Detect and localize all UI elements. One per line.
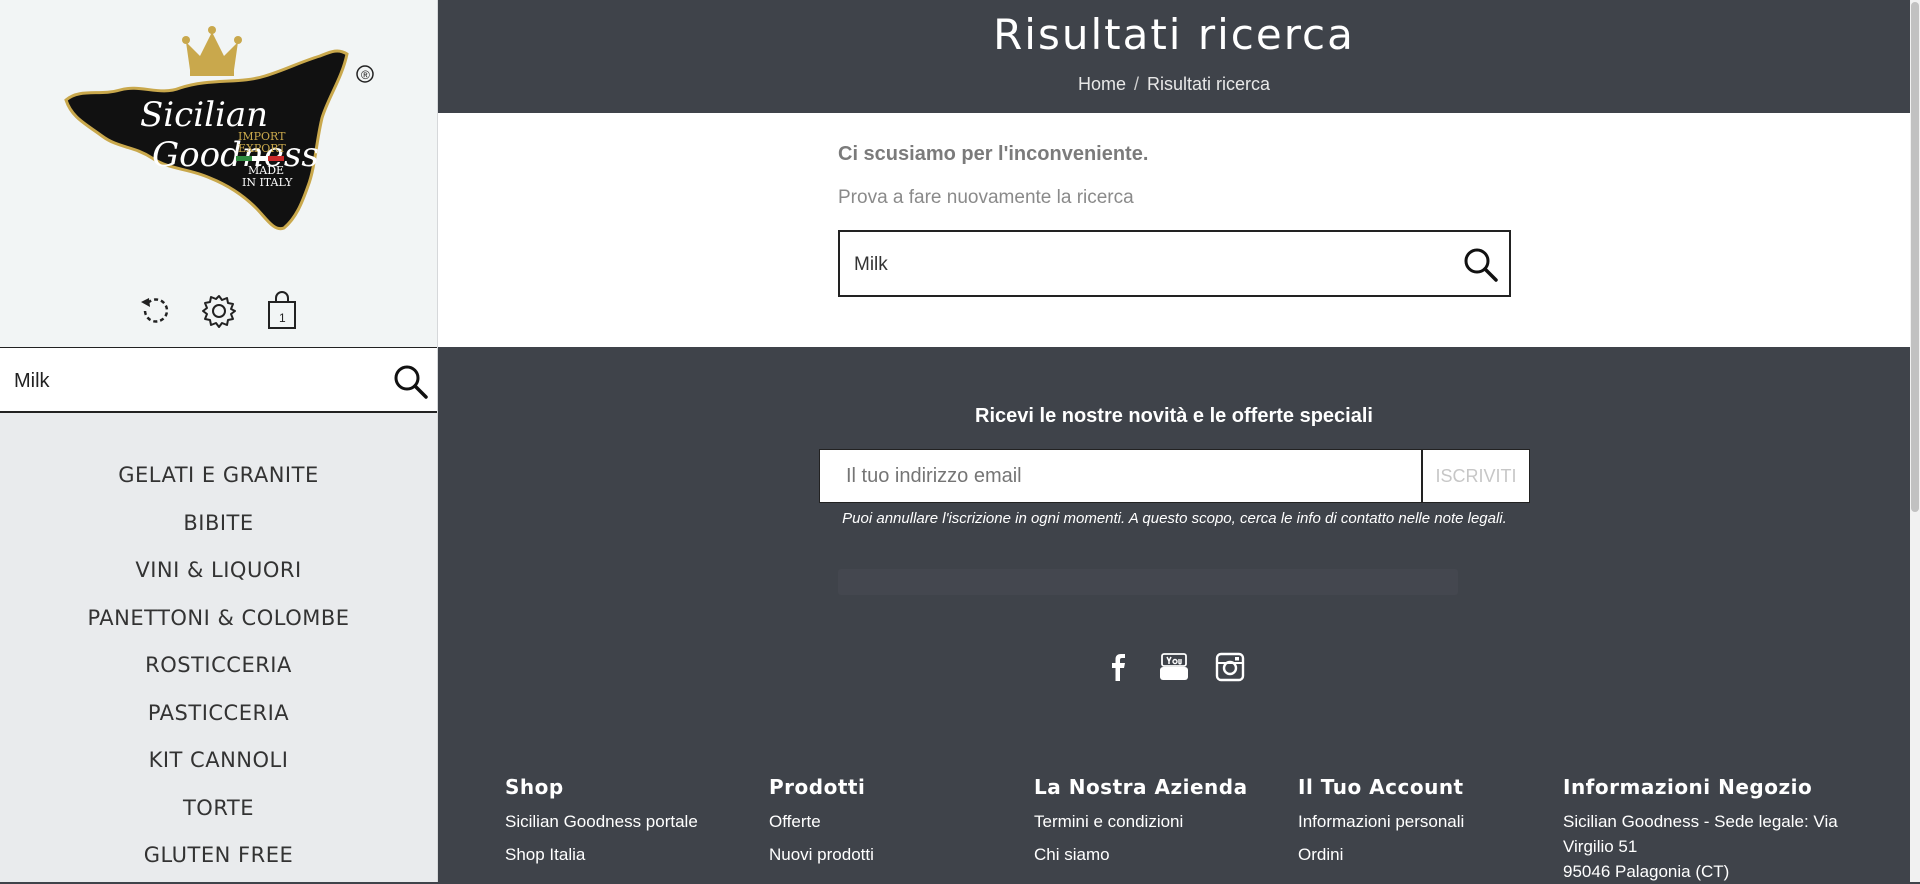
brand-logo[interactable]: ® Sicilian Goodness IMPORT EXPORT MADE I… xyxy=(60,18,380,243)
footer-link[interactable]: Sicilian Goodness portale xyxy=(505,809,765,842)
logo-text-sicilian: Sicilian xyxy=(140,95,268,135)
footer-link[interactable]: Chi siamo xyxy=(1034,842,1294,875)
breadcrumb-home[interactable]: Home xyxy=(1078,74,1126,94)
page-header: Risultati ricerca Home / Risultati ricerca xyxy=(438,0,1910,113)
category-item[interactable]: BIBITE xyxy=(0,503,437,551)
footer-column-shop: Shop Sicilian Goodness portale Shop Ital… xyxy=(505,775,765,875)
sidebar-search-input[interactable] xyxy=(12,358,376,404)
logo-text-goodness: Goodness xyxy=(152,135,319,175)
footer-link[interactable]: Informazioni personali xyxy=(1298,809,1558,842)
category-item[interactable]: TORTE xyxy=(0,788,437,836)
footer-column-title: Informazioni Negozio xyxy=(1563,775,1813,799)
footer-column-company: La Nostra Azienda Termini e condizioni C… xyxy=(1034,775,1294,875)
footer-column-account: Il Tuo Account Informazioni personali Or… xyxy=(1298,775,1558,875)
footer-link[interactable]: Ordini xyxy=(1298,842,1558,875)
category-item[interactable]: VINI & LIQUORI xyxy=(0,550,437,598)
search-icon[interactable] xyxy=(1461,245,1501,285)
category-item[interactable]: GELATI E GRANITE xyxy=(0,455,437,503)
scrollbar-thumb[interactable] xyxy=(1911,2,1919,512)
footer-link[interactable]: Shop Italia xyxy=(505,842,765,875)
instagram-icon[interactable] xyxy=(1214,651,1246,683)
breadcrumb: Home / Risultati ricerca xyxy=(438,74,1910,95)
sidebar-icon-row: 1 xyxy=(0,290,437,332)
newsletter-note: Puoi annullare l'iscrizione in ogni mome… xyxy=(842,510,1507,527)
social-links xyxy=(438,651,1910,691)
footer-column-products: Prodotti Offerte Nuovi prodotti xyxy=(769,775,1029,875)
footer-link[interactable]: Termini e condizioni xyxy=(1034,809,1294,842)
logo-text-in-italy: IN ITALY xyxy=(242,176,293,189)
store-address-line: Sicilian Goodness - Sede legale: Via xyxy=(1563,812,1838,831)
logo-text-export: EXPORT xyxy=(238,142,286,155)
no-results-hint: Prova a fare nuovamente la ricerca xyxy=(838,187,1134,208)
search-results-content: Ci scusiamo per l'inconveniente. Prova a… xyxy=(438,113,1910,347)
footer-link[interactable]: Nuovi prodotti xyxy=(769,842,1029,875)
main-search-box xyxy=(838,230,1511,297)
sidebar-search xyxy=(0,347,437,413)
gear-icon[interactable] xyxy=(199,290,239,332)
breadcrumb-separator: / xyxy=(1133,74,1139,94)
facebook-icon[interactable] xyxy=(1102,651,1134,683)
registered-mark: ® xyxy=(361,68,370,82)
newsletter-title: Ricevi le nostre novità e le offerte spe… xyxy=(975,405,1373,427)
footer-column-store-info: Informazioni Negozio Sicilian Goodness -… xyxy=(1563,775,1853,884)
sicily-logo-icon: ® Sicilian Goodness IMPORT EXPORT MADE I… xyxy=(64,26,374,231)
search-icon[interactable] xyxy=(391,362,431,402)
store-address-line: 95046 Palagonia (CT) xyxy=(1563,862,1730,881)
footer-column-title: Shop xyxy=(505,775,564,799)
newsletter-form: ISCRIVITI xyxy=(819,449,1530,503)
sidebar: ® Sicilian Goodness IMPORT EXPORT MADE I… xyxy=(0,0,438,882)
consent-placeholder xyxy=(838,569,1458,595)
shopping-bag-icon[interactable]: 1 xyxy=(262,290,302,332)
footer-column-title: Il Tuo Account xyxy=(1298,775,1464,799)
page-title: Risultati ricerca xyxy=(993,10,1355,59)
footer: Ricevi le nostre novità e le offerte spe… xyxy=(438,347,1910,882)
subscribe-button[interactable]: ISCRIVITI xyxy=(1422,449,1530,503)
cart-count: 1 xyxy=(279,311,286,325)
breadcrumb-current: Risultati ricerca xyxy=(1147,74,1271,94)
category-list: GELATI E GRANITE BIBITE VINI & LIQUORI P… xyxy=(0,455,437,883)
category-item[interactable]: KIT CANNOLI xyxy=(0,740,437,788)
main-search-input[interactable] xyxy=(852,242,1436,288)
sidebar-header: ® Sicilian Goodness IMPORT EXPORT MADE I… xyxy=(0,0,437,347)
history-icon[interactable] xyxy=(136,290,176,332)
category-item[interactable]: GLUTEN FREE xyxy=(0,835,437,883)
footer-column-title: La Nostra Azienda xyxy=(1034,775,1248,799)
category-item[interactable]: ROSTICCERIA xyxy=(0,645,437,693)
footer-link[interactable]: Offerte xyxy=(769,809,1029,842)
newsletter-email-input[interactable] xyxy=(819,449,1422,503)
store-address-line: Virgilio 51 xyxy=(1563,837,1638,856)
no-results-heading: Ci scusiamo per l'inconveniente. xyxy=(838,143,1149,165)
youtube-icon[interactable] xyxy=(1158,651,1190,683)
footer-column-title: Prodotti xyxy=(769,775,866,799)
page-scrollbar[interactable] xyxy=(1910,0,1920,882)
category-item[interactable]: PANETTONI & COLOMBE xyxy=(0,598,437,646)
category-item[interactable]: PASTICCERIA xyxy=(0,693,437,741)
